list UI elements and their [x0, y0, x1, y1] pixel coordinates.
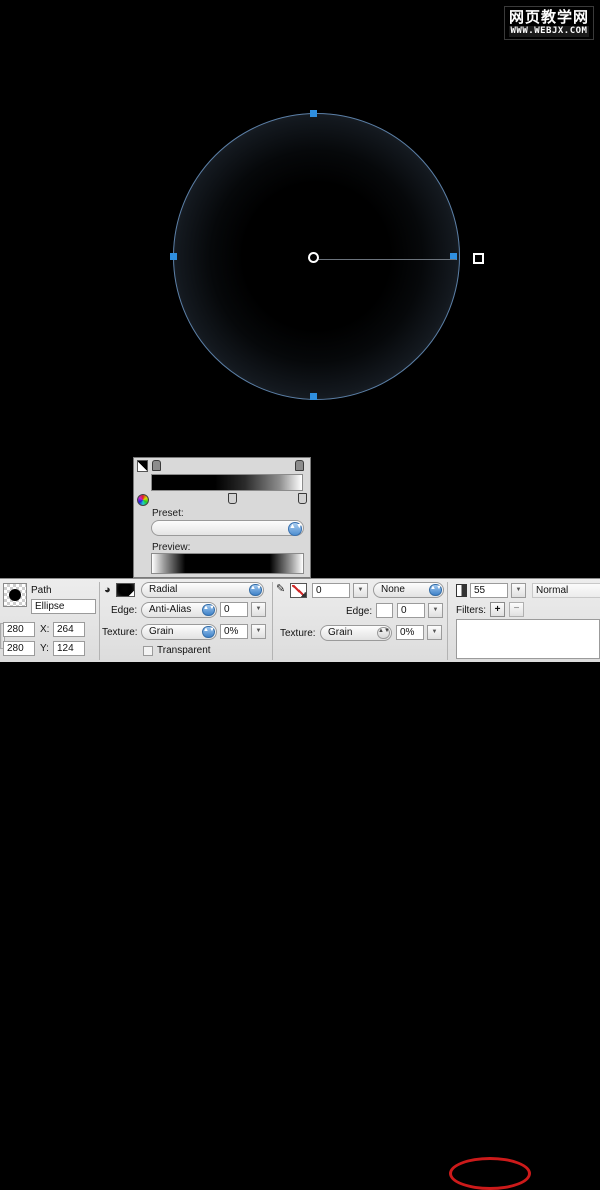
fill-texture-label: Texture: — [102, 627, 138, 638]
fill-panel: ◕ Radial ▲▼ Edge: Anti-Alias ▲▼ ▼ Textur… — [101, 579, 271, 663]
gradient-mode-icon[interactable] — [137, 460, 148, 472]
object-x-field[interactable] — [53, 622, 85, 637]
object-height-field[interactable] — [3, 641, 35, 656]
chevron-updown-icon: ▲▼ — [429, 584, 442, 596]
fill-edge-label: Edge: — [111, 605, 138, 616]
gradient-opacity-stop-right[interactable] — [298, 493, 307, 504]
stroke-edge-label: Edge: — [346, 606, 373, 617]
divider-2 — [272, 582, 273, 660]
fill-edge-value: Anti-Alias — [149, 604, 192, 615]
fill-texture-select[interactable]: Grain ▲▼ — [141, 624, 217, 640]
appearance-panel: ▼ Normal Filters: + − — [449, 579, 600, 663]
path-point-top[interactable] — [310, 110, 317, 117]
stroke-edge-amount-field[interactable] — [397, 603, 425, 618]
properties-inspector[interactable]: Path X: Y: ◕ Radial ▲▼ Edge: Anti-Alias … — [0, 578, 600, 1190]
fill-texture-amount-field[interactable] — [220, 624, 248, 639]
gradient-color-stop-left[interactable] — [152, 460, 161, 471]
fill-category-select[interactable]: Radial ▲▼ — [141, 582, 264, 598]
gradient-radius-line — [318, 259, 456, 260]
stroke-texture-value: Grain — [328, 627, 353, 638]
watermark: 网页教学网 WWW.WEBJX.COM — [503, 6, 594, 40]
pencil-icon[interactable]: ✎ — [276, 584, 285, 595]
gradient-ramp[interactable] — [151, 474, 303, 491]
fill-edge-select[interactable]: Anti-Alias ▲▼ — [141, 602, 217, 618]
gradient-center-handle[interactable] — [308, 252, 319, 263]
stroke-edge-swatch[interactable] — [376, 603, 393, 618]
object-width-field[interactable] — [3, 622, 35, 637]
stroke-category-value: None — [381, 584, 405, 595]
object-x-label: X: — [40, 624, 50, 635]
stroke-texture-label: Texture: — [280, 628, 316, 639]
paint-bucket-icon[interactable]: ◕ — [104, 585, 111, 596]
object-preview-swatch[interactable] — [3, 583, 27, 607]
object-y-field[interactable] — [53, 641, 85, 656]
fill-edge-amount-field[interactable] — [220, 602, 248, 617]
gradient-preview — [151, 553, 304, 574]
chevron-updown-icon: ▲▼ — [288, 522, 303, 536]
stroke-panel: ✎ ▼ None ▲▼ Edge: ▼ Texture: Grain ▲▼ ▼ — [274, 579, 444, 663]
application-window: 网页教学网 WWW.WEBJX.COM Preset: ▲▼ Preview: … — [0, 0, 600, 1190]
chevron-updown-icon: ▲▼ — [202, 604, 215, 616]
fill-transparent-checkbox[interactable] — [143, 646, 153, 656]
divider-3 — [447, 582, 448, 660]
fill-color-swatch[interactable] — [116, 583, 135, 597]
fill-category-value: Radial — [149, 584, 178, 595]
fill-edge-stepper[interactable]: ▼ — [251, 602, 266, 617]
object-panel: Path X: Y: — [0, 579, 100, 663]
blend-mode-select[interactable]: Normal — [532, 583, 600, 598]
path-point-bottom[interactable] — [310, 393, 317, 400]
stroke-texture-amount-field[interactable] — [396, 625, 424, 640]
object-y-label: Y: — [40, 643, 49, 654]
stroke-tip-stepper[interactable]: ▼ — [353, 583, 368, 598]
watermark-url-text: WWW.WEBJX.COM — [508, 26, 589, 37]
gradient-opacity-stop-middle[interactable] — [228, 493, 237, 504]
divider-1 — [99, 582, 100, 660]
preview-label: Preview: — [152, 542, 191, 553]
object-name-field[interactable] — [31, 599, 96, 614]
add-filter-button[interactable]: + — [490, 602, 505, 617]
preset-select[interactable]: ▲▼ — [151, 520, 304, 536]
fill-texture-stepper[interactable]: ▼ — [251, 624, 266, 639]
preset-label: Preset: — [152, 508, 184, 519]
fill-transparent-label: Transparent — [157, 645, 211, 656]
chevron-updown-icon: ▲▼ — [249, 584, 262, 596]
path-point-left[interactable] — [170, 253, 177, 260]
color-wheel-icon[interactable] — [137, 494, 149, 506]
fill-texture-value: Grain — [149, 626, 174, 637]
remove-filter-button[interactable]: − — [509, 602, 524, 617]
filters-label: Filters: — [456, 605, 486, 616]
object-type-label: Path — [31, 585, 52, 596]
gradient-color-stop-right[interactable] — [295, 460, 304, 471]
gradient-editor-topbar — [134, 458, 310, 473]
gradient-end-handle[interactable] — [473, 253, 484, 264]
filters-list[interactable] — [456, 619, 600, 659]
stroke-edge-stepper[interactable]: ▼ — [428, 603, 443, 618]
opacity-field[interactable] — [470, 583, 508, 598]
blend-mode-value: Normal — [536, 585, 569, 596]
chevron-updown-icon: ▲▼ — [202, 626, 215, 638]
opacity-stepper[interactable]: ▼ — [511, 583, 526, 598]
stroke-color-swatch[interactable] — [290, 583, 307, 598]
stroke-category-select[interactable]: None ▲▼ — [373, 582, 444, 598]
opacity-icon — [456, 584, 467, 597]
chevron-updown-icon: ▲▼ — [377, 627, 390, 639]
gradient-editor-popup[interactable]: Preset: ▲▼ Preview: — [133, 457, 311, 578]
stroke-tip-size-field[interactable] — [312, 583, 350, 598]
watermark-cn-text: 网页教学网 — [508, 8, 589, 26]
annotation-highlight-ellipse — [449, 1157, 531, 1190]
stroke-texture-stepper[interactable]: ▼ — [427, 625, 442, 640]
stroke-texture-select[interactable]: Grain ▲▼ — [320, 625, 392, 641]
